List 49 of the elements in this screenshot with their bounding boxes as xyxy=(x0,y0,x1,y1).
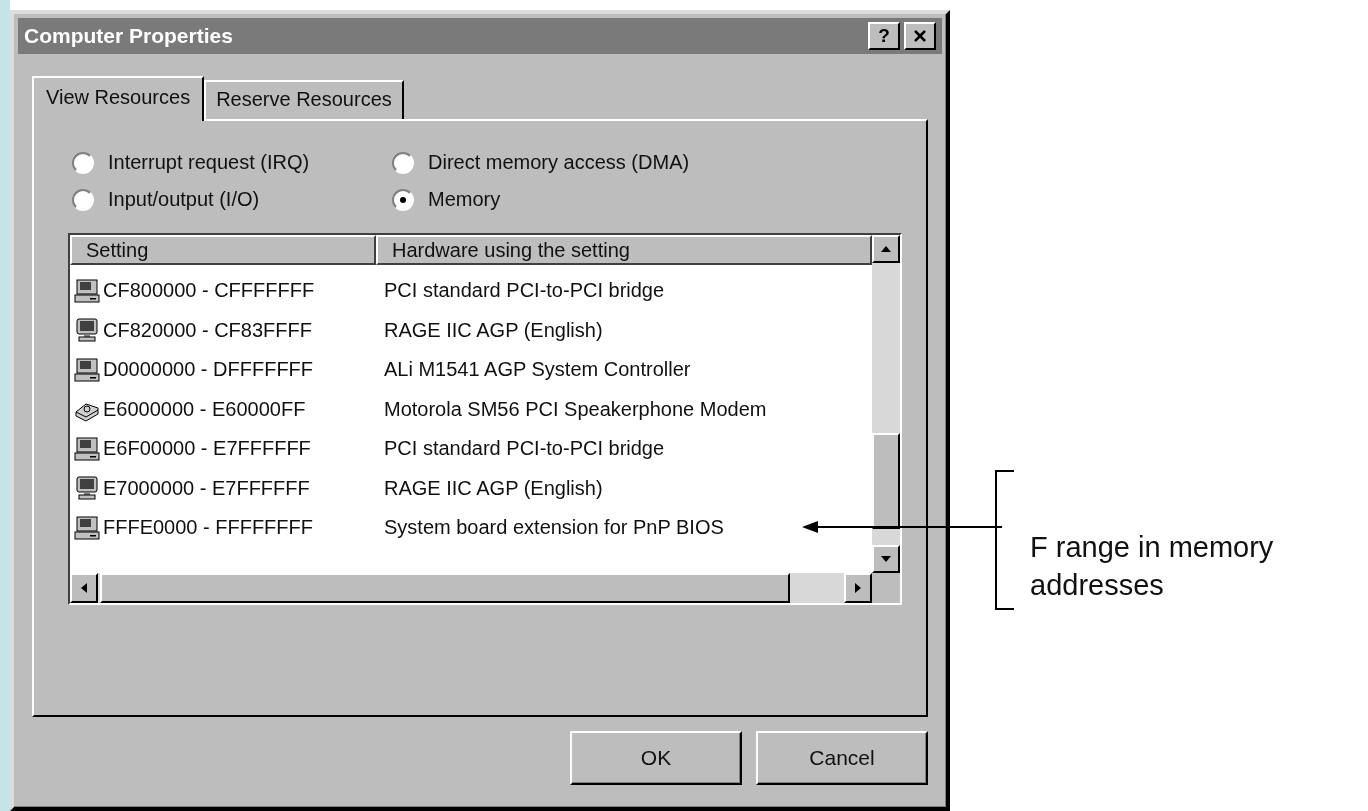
annotation-text: F range in memory addresses xyxy=(1030,530,1275,603)
computer-icon xyxy=(74,356,100,383)
scroll-up-button[interactable] xyxy=(872,235,900,263)
window-title: Computer Properties xyxy=(24,24,233,48)
help-button[interactable]: ? xyxy=(868,22,900,50)
radio-button[interactable] xyxy=(392,188,414,211)
radio-button[interactable] xyxy=(72,151,94,174)
table-cell: E7000000 - E7FFFFFF xyxy=(103,476,310,500)
monitor-icon xyxy=(74,475,100,502)
table-cell: PCI standard PCI-to-PCI bridge xyxy=(384,437,665,461)
close-button[interactable]: × xyxy=(904,22,936,50)
scrollbar-thumb[interactable] xyxy=(872,433,900,529)
table-cell: RAGE IIC AGP (English) xyxy=(384,318,603,342)
computer-icon xyxy=(74,435,100,462)
radio-label[interactable]: Direct memory access (DMA) xyxy=(428,151,690,174)
monitor-icon xyxy=(74,317,100,344)
scroll-left-button[interactable] xyxy=(70,573,98,603)
radio-label[interactable]: Interrupt request (IRQ) xyxy=(108,151,310,174)
tab[interactable]: View Resources xyxy=(32,76,205,121)
up-arrow-icon xyxy=(881,246,891,252)
computer-icon xyxy=(74,514,100,541)
scroll-down-button[interactable] xyxy=(872,545,900,573)
table-cell: CF820000 - CF83FFFF xyxy=(103,318,312,342)
table-cell: PCI standard PCI-to-PCI bridge xyxy=(384,279,665,303)
radio-label[interactable]: Input/output (I/O) xyxy=(108,188,260,211)
radio-button[interactable] xyxy=(392,151,414,174)
table-cell: RAGE IIC AGP (English) xyxy=(384,476,603,500)
table-cell: E6000000 - E60000FF xyxy=(103,397,306,421)
table-cell: E6F00000 - E7FFFFFF xyxy=(103,437,311,461)
left-arrow-icon xyxy=(81,583,87,593)
radio-button[interactable] xyxy=(72,188,94,211)
ok-button[interactable]: OK xyxy=(570,731,742,785)
table-cell: D0000000 - DFFFFFFF xyxy=(103,358,314,382)
down-arrow-icon xyxy=(881,556,891,562)
cancel-button[interactable]: Cancel xyxy=(756,731,928,785)
scrollbar-corner xyxy=(872,573,900,603)
scroll-right-button[interactable] xyxy=(844,573,872,603)
computer-icon xyxy=(74,277,100,304)
table-cell: ALi M1541 AGP System Controller xyxy=(384,358,691,382)
table-cell: CF800000 - CFFFFFFF xyxy=(103,279,315,303)
vertical-scrollbar[interactable] xyxy=(872,235,900,573)
table-cell: Motorola SM56 PCI Speakerphone Modem xyxy=(384,397,767,421)
column-header[interactable]: Setting xyxy=(70,235,376,265)
column-header[interactable]: Hardware using the setting xyxy=(376,235,872,265)
right-arrow-icon xyxy=(855,583,861,593)
table-cell: System board extension for PnP BIOS xyxy=(384,516,724,540)
radio-label[interactable]: Memory xyxy=(428,188,501,211)
table-cell: FFFE0000 - FFFFFFFF xyxy=(103,516,313,540)
tab[interactable]: Reserve Resources xyxy=(204,80,404,119)
